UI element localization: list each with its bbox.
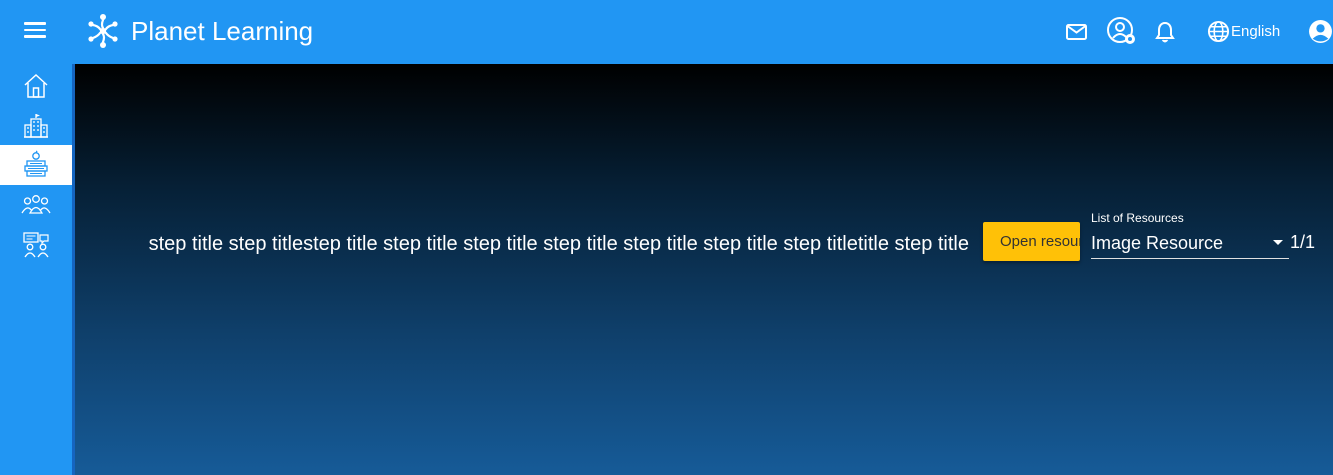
courses-icon xyxy=(24,150,48,177)
sidebar-item-home[interactable] xyxy=(0,66,72,106)
top-toolbar: Planet Learning English xyxy=(0,0,1333,64)
resource-select[interactable]: Image Resource xyxy=(1091,230,1289,259)
account-icon[interactable] xyxy=(1308,19,1333,44)
meetups-icon xyxy=(23,232,49,258)
sidebar xyxy=(0,64,72,475)
open-resource-button[interactable]: Open resource xyxy=(983,222,1080,261)
teams-icon xyxy=(21,195,51,214)
bell-icon[interactable] xyxy=(1154,20,1176,44)
resources-label: List of Resources xyxy=(1091,211,1184,225)
app-title[interactable]: Planet Learning xyxy=(131,15,313,47)
globe-icon[interactable] xyxy=(1207,20,1230,43)
step-view: step title step titlestep title step tit… xyxy=(75,64,1333,475)
sidebar-item-library[interactable] xyxy=(0,106,72,146)
resource-count: 1/1 xyxy=(1290,232,1316,252)
home-icon xyxy=(24,73,48,98)
sidebar-item-courses[interactable] xyxy=(0,145,72,185)
sidebar-item-teams[interactable] xyxy=(0,185,72,225)
language-selector[interactable]: English xyxy=(1231,22,1280,42)
menu-icon[interactable] xyxy=(20,18,50,46)
mail-icon[interactable] xyxy=(1064,20,1089,44)
planet-logo-icon xyxy=(88,14,118,48)
dropdown-arrow-icon xyxy=(1273,240,1283,245)
resource-selected-value: Image Resource xyxy=(1091,233,1224,253)
user-settings-icon[interactable] xyxy=(1106,16,1138,46)
library-icon xyxy=(24,114,48,138)
step-title: step title step titlestep title step tit… xyxy=(148,233,969,255)
sidebar-item-meetups[interactable] xyxy=(0,225,72,265)
